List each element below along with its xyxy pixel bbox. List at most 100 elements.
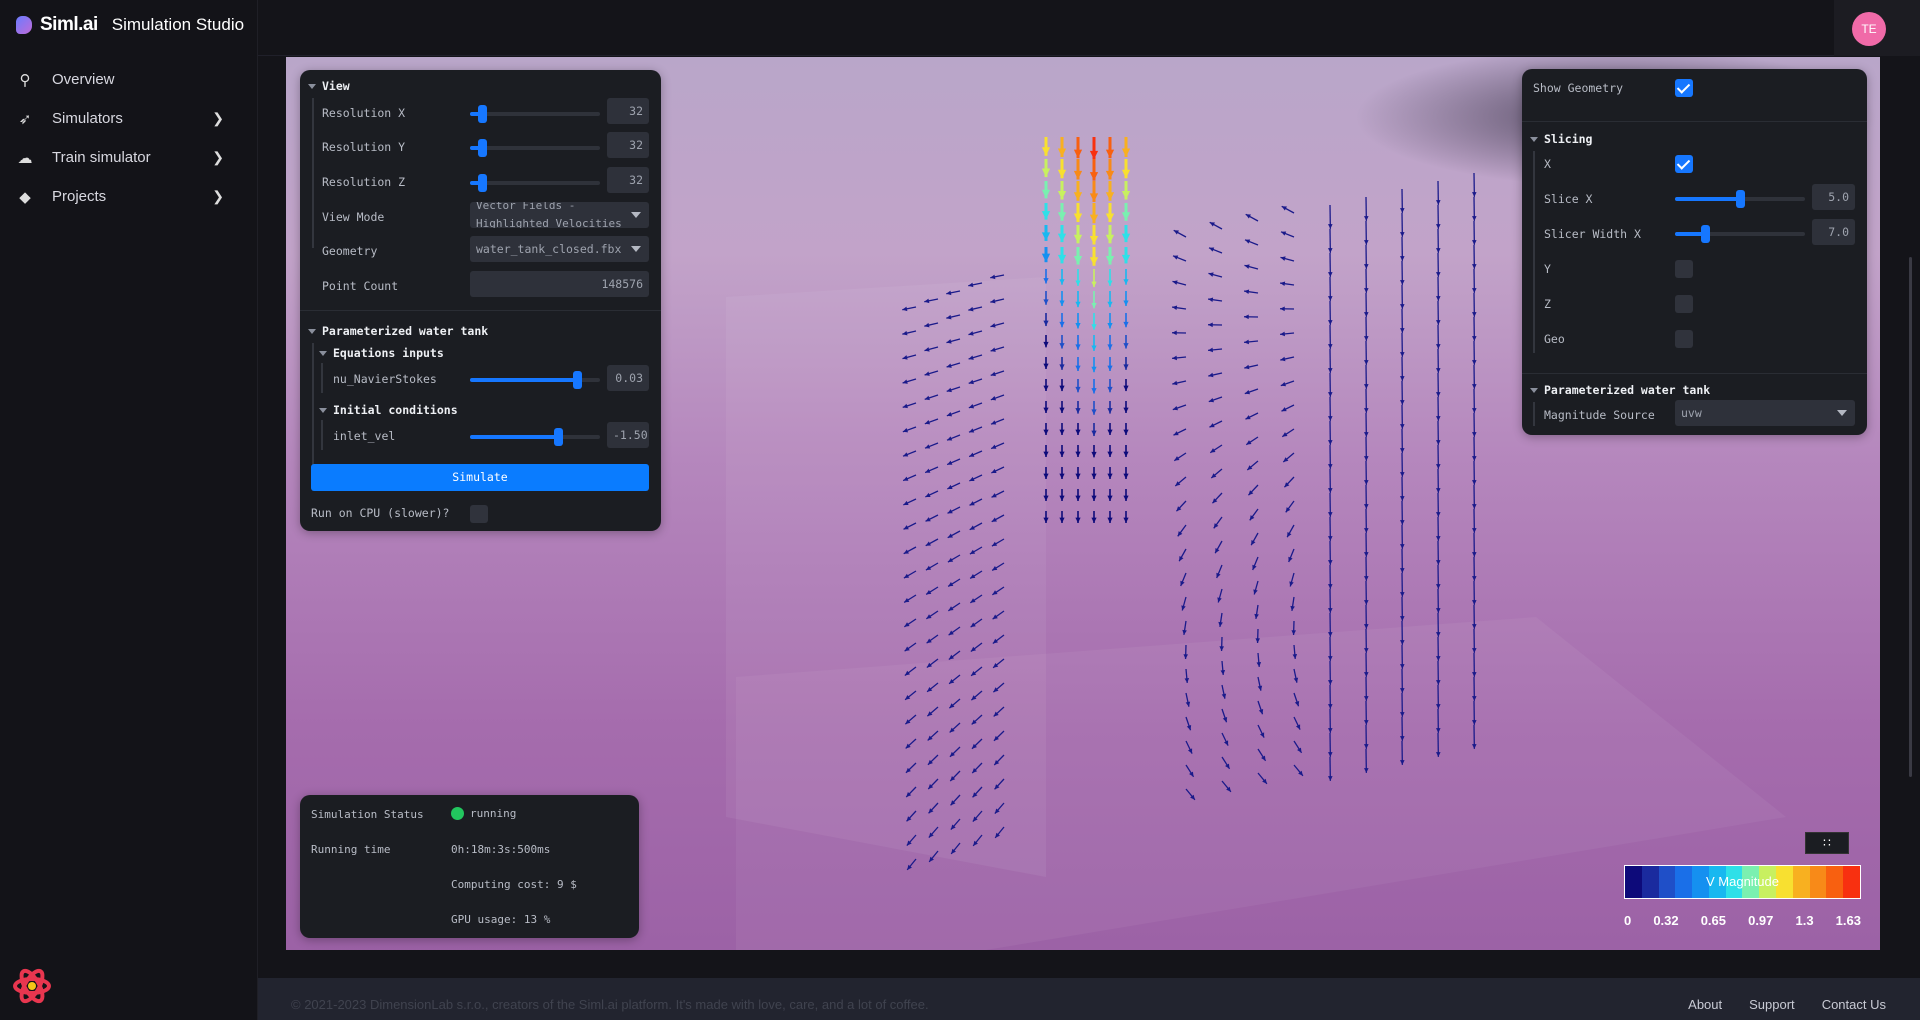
velocity-arrowhead: [1472, 600, 1477, 605]
cloud-upload-icon: ☁: [17, 149, 33, 167]
slice-geo-checkbox[interactable]: [1675, 330, 1693, 348]
velocity-arrowhead: [1364, 240, 1369, 245]
slicer-width-x-input[interactable]: 7.0: [1812, 219, 1855, 245]
scrollbar-thumb[interactable]: [1909, 257, 1912, 777]
tree-line: [1533, 151, 1535, 353]
velocity-arrowhead: [1208, 397, 1215, 403]
slicing-section-toggle[interactable]: Slicing: [1530, 132, 1592, 146]
velocity-arrowhead: [1091, 324, 1097, 330]
page-scrollbar[interactable]: [1902, 57, 1920, 978]
velocity-arrowhead: [1436, 440, 1441, 445]
chevron-right-icon: ❯: [212, 188, 224, 204]
simulate-button[interactable]: Simulate: [311, 464, 649, 491]
velocity-arrowhead: [1364, 312, 1369, 317]
inlet-vel-input[interactable]: -1.50: [607, 422, 649, 448]
velocity-arrowhead: [1364, 528, 1369, 533]
grid-toggle-button[interactable]: ∷: [1805, 832, 1849, 854]
slice-x-checkbox[interactable]: [1675, 155, 1693, 173]
velocity-arrowhead: [1472, 528, 1477, 533]
run-on-cpu-checkbox[interactable]: [470, 505, 488, 523]
react-devtools-icon[interactable]: [12, 966, 52, 1006]
sidebar-item-overview[interactable]: ⚲ Overview: [14, 60, 224, 99]
velocity-arrowhead: [1400, 280, 1405, 285]
collapse-icon: [319, 350, 327, 356]
equations-section-toggle[interactable]: Equations inputs: [319, 346, 444, 360]
tree-line: [321, 420, 323, 450]
collapse-icon: [308, 83, 316, 89]
divider: [1522, 121, 1867, 122]
sidebar-item-projects[interactable]: ◆ Projects ❯: [14, 177, 224, 216]
velocity-arrowhead: [1364, 624, 1369, 629]
magnitude-source-select[interactable]: uvw: [1675, 400, 1855, 426]
geometry-select[interactable]: water_tank_closed.fbx: [470, 236, 649, 262]
param-section-toggle[interactable]: Parameterized water tank: [1530, 383, 1710, 397]
velocity-arrowhead: [1059, 364, 1065, 370]
velocity-arrowhead: [1107, 451, 1113, 457]
velocity-arrowhead: [1244, 364, 1250, 370]
velocity-arrowhead: [1041, 253, 1051, 263]
view-section-toggle[interactable]: View: [308, 79, 350, 93]
resolution-y-input[interactable]: 32: [607, 132, 649, 158]
slicer-width-x-slider[interactable]: [1675, 225, 1805, 243]
slice-x-slider[interactable]: [1675, 190, 1805, 208]
velocity-arrowhead: [1121, 148, 1131, 157]
slice-y-checkbox[interactable]: [1675, 260, 1693, 278]
resolution-z-slider[interactable]: [470, 174, 600, 192]
velocity-arrowhead: [1400, 472, 1405, 477]
resolution-y-slider[interactable]: [470, 139, 600, 157]
velocity-arrowhead: [1328, 512, 1333, 517]
nu-navierstokes-input[interactable]: 0.03: [607, 365, 649, 391]
footer-link-contact[interactable]: Contact Us: [1822, 997, 1886, 1012]
velocity-arrowhead: [1364, 216, 1369, 221]
sidebar-item-label: Overview: [52, 71, 115, 88]
velocity-arrowhead: [1059, 343, 1065, 349]
velocity-arrowhead: [1328, 392, 1333, 397]
show-geometry-checkbox[interactable]: [1675, 79, 1693, 97]
brand[interactable]: Siml.ai Simulation Studio: [16, 14, 244, 36]
sidebar-item-train-simulator[interactable]: ☁ Train simulator ❯: [14, 138, 225, 177]
avatar[interactable]: TE: [1852, 12, 1886, 46]
velocity-arrowhead: [1075, 451, 1081, 457]
slice-z-checkbox[interactable]: [1675, 295, 1693, 313]
initial-conditions-toggle[interactable]: Initial conditions: [319, 403, 458, 417]
footer-link-about[interactable]: About: [1688, 997, 1722, 1012]
velocity-arrowhead: [1436, 224, 1441, 229]
view-mode-select[interactable]: Vector Fields - Highlighted Velocities: [470, 202, 649, 228]
velocity-arrowhead: [1091, 451, 1097, 458]
inlet-vel-slider[interactable]: [470, 428, 600, 446]
nu-navierstokes-slider[interactable]: [470, 371, 600, 389]
slice-x-input[interactable]: 5.0: [1812, 184, 1855, 210]
velocity-arrowhead: [1107, 301, 1113, 308]
velocity-arrowhead: [1364, 360, 1369, 365]
resolution-z-label: Resolution Z: [322, 175, 406, 189]
velocity-arrowhead: [1472, 216, 1477, 221]
footer-link-support[interactable]: Support: [1749, 997, 1795, 1012]
param-section-toggle[interactable]: Parameterized water tank: [308, 324, 488, 338]
velocity-arrowhead: [1364, 456, 1369, 461]
velocity-arrowhead: [1472, 288, 1477, 293]
velocity-arrowhead: [1472, 480, 1477, 485]
geometry-label: Geometry: [322, 244, 378, 258]
velocity-arrowhead: [1328, 296, 1333, 301]
resolution-x-slider[interactable]: [470, 105, 600, 123]
sidebar-item-simulators[interactable]: ➶ Simulators ❯: [14, 99, 224, 138]
point-count-input[interactable]: 148576: [470, 271, 649, 297]
velocity-arrowhead: [1107, 495, 1113, 501]
velocity-arrowhead: [1057, 169, 1067, 179]
velocity-arrowhead: [1091, 281, 1097, 288]
velocity-arrowhead: [1059, 517, 1065, 523]
velocity-arrowhead: [1172, 405, 1179, 411]
resolution-z-input[interactable]: 32: [607, 167, 649, 193]
velocity-arrowhead: [1107, 408, 1113, 414]
velocity-arrowhead: [1400, 352, 1405, 357]
resolution-x-input[interactable]: 32: [607, 98, 649, 124]
velocity-arrowhead: [1091, 388, 1097, 394]
velocity-arrowhead: [1059, 321, 1065, 328]
run-on-cpu-label: Run on CPU (slower)?: [311, 506, 450, 520]
simulation-viewport[interactable]: View Resolution X 32 Resolution Y 32 Res…: [286, 57, 1880, 950]
sidebar: Siml.ai Simulation Studio ⚲ Overview ➶ Sim…: [0, 0, 258, 1020]
user-menu[interactable]: TE: [1834, 0, 1920, 56]
velocity-arrowhead: [1075, 495, 1081, 501]
velocity-arrowhead: [1075, 301, 1081, 308]
slicer-width-x-label: Slicer Width X: [1544, 227, 1641, 241]
